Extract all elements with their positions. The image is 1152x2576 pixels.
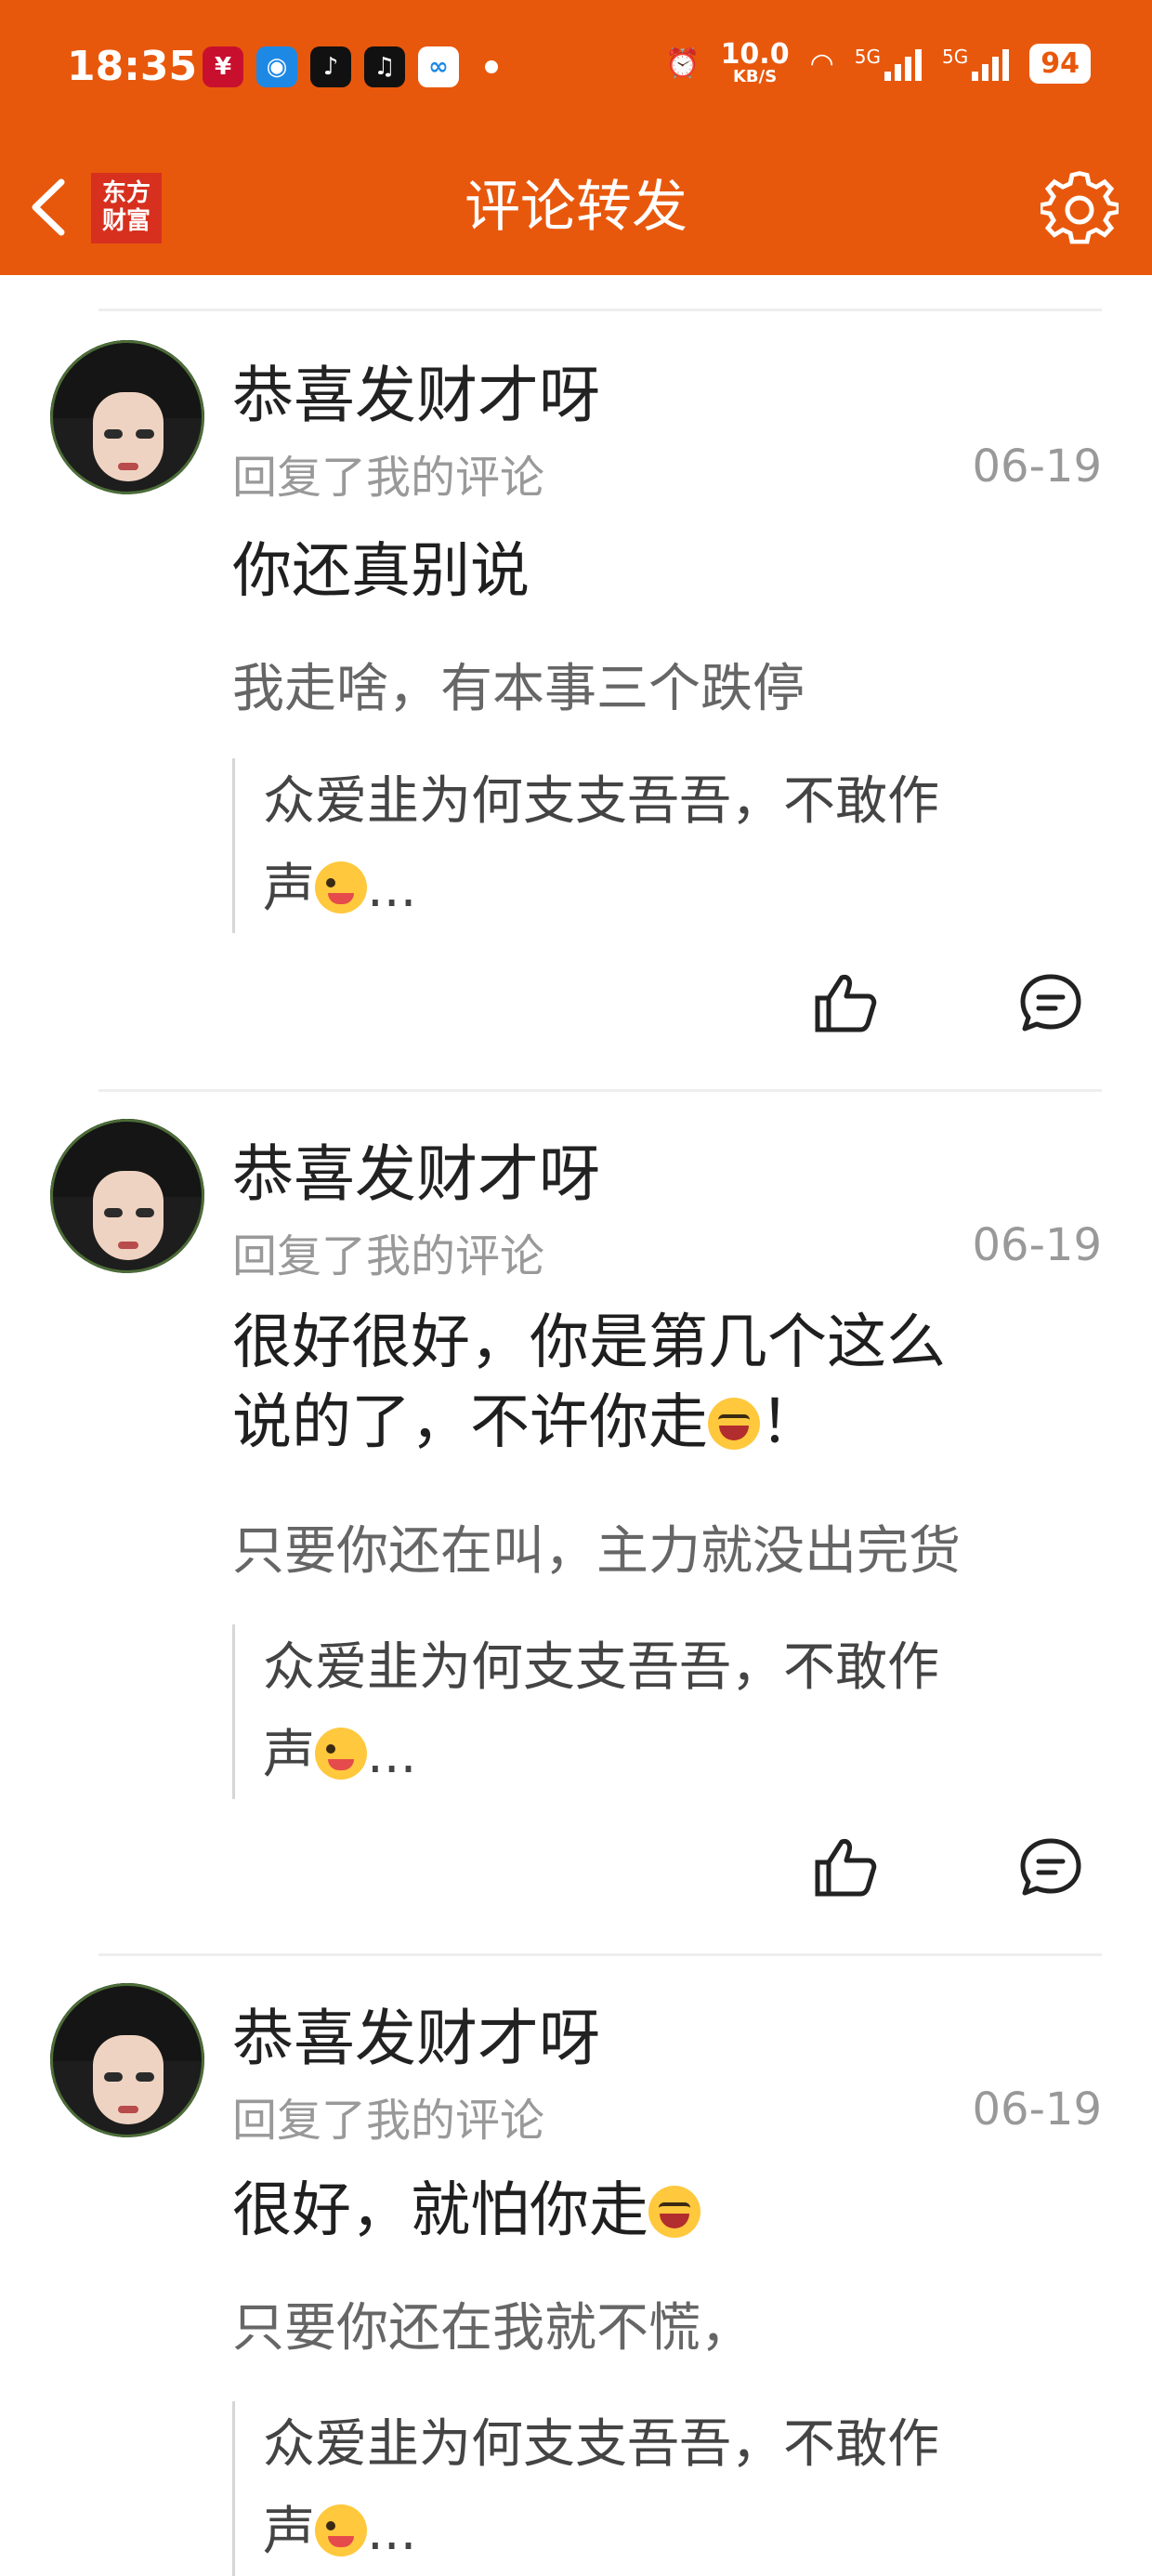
tiktok-lite-icon: ♪ bbox=[310, 46, 351, 87]
tiktok-icon: ♫ bbox=[364, 46, 405, 87]
status-time: 18:35 bbox=[67, 43, 198, 90]
laugh-emoji-icon bbox=[648, 2186, 700, 2238]
divider bbox=[98, 1089, 1102, 1092]
username[interactable]: 恭喜发财才呀 bbox=[232, 1124, 600, 1214]
subtitle: 回复了我的评论 bbox=[232, 1230, 545, 1282]
app-header: 东方 财富 评论转发 bbox=[0, 139, 1152, 275]
status-right: ⏰ 10.0 KB/S ◠ 5G 5G 94 bbox=[665, 41, 1091, 85]
avatar[interactable] bbox=[50, 340, 204, 494]
subtitle: 回复了我的评论 bbox=[232, 2095, 545, 2147]
network-speed: 10.0 KB/S bbox=[720, 38, 790, 86]
tongue-wink-emoji-icon bbox=[315, 861, 367, 913]
tongue-wink-emoji-icon bbox=[315, 1728, 367, 1780]
reply-text[interactable]: 你还真别说 bbox=[232, 532, 1096, 611]
battery-indicator: 94 bbox=[1029, 43, 1091, 84]
comment-icon[interactable] bbox=[1018, 972, 1083, 1033]
tongue-wink-emoji-icon bbox=[315, 2504, 367, 2556]
username[interactable]: 恭喜发财才呀 bbox=[232, 346, 600, 435]
signal-5g-icon-2: 5G bbox=[942, 46, 1010, 81]
bank-app-icon: ¥ bbox=[203, 46, 243, 87]
laugh-emoji-icon bbox=[708, 1398, 760, 1450]
reply-text[interactable]: 很好很好，你是第几个这么 说的了，不许你走！ bbox=[232, 1303, 1096, 1463]
reply-text[interactable]: 很好，就怕你走 bbox=[232, 2171, 1096, 2251]
notification-icons: ¥ ◉ ♪ ♫ ∞ bbox=[203, 46, 498, 87]
quoted-post[interactable]: 众爱韭为何支支吾吾，不敢作 声... bbox=[232, 758, 1099, 933]
more-notifications-dot bbox=[485, 60, 498, 73]
date: 06-19 bbox=[972, 1219, 1102, 1271]
page-title: 评论转发 bbox=[465, 175, 687, 240]
subtitle: 回复了我的评论 bbox=[232, 452, 545, 504]
quoted-post[interactable]: 众爱韭为何支支吾吾，不敢作 声... bbox=[232, 1624, 1099, 1799]
divider bbox=[98, 1953, 1102, 1956]
date: 06-19 bbox=[972, 440, 1102, 493]
username[interactable]: 恭喜发财才呀 bbox=[232, 1989, 600, 2078]
signal-5g-icon: 5G bbox=[855, 46, 923, 81]
like-icon[interactable] bbox=[812, 972, 877, 1033]
status-bar: 18:35 ¥ ◉ ♪ ♫ ∞ ⏰ 10.0 KB/S ◠ 5G 5G 94 bbox=[0, 0, 1152, 139]
original-comment[interactable]: 只要你还在我就不慌， bbox=[232, 2286, 1106, 2361]
avatar[interactable] bbox=[50, 1119, 204, 1273]
original-comment[interactable]: 只要你还在叫，主力就没出完货 bbox=[232, 1509, 1106, 1584]
quoted-post[interactable]: 众爱韭为何支支吾吾，不敢作 声... bbox=[232, 2401, 1099, 2576]
wifi-icon: ◠ bbox=[809, 46, 834, 80]
car-app-icon: ◉ bbox=[256, 46, 297, 87]
gear-icon[interactable] bbox=[1041, 171, 1119, 249]
original-comment[interactable]: 我走啥，有本事三个跌停 bbox=[232, 647, 1106, 722]
avatar[interactable] bbox=[50, 1983, 204, 2137]
cloud-app-icon: ∞ bbox=[418, 46, 459, 87]
date: 06-19 bbox=[972, 2083, 1102, 2136]
divider bbox=[98, 309, 1102, 311]
comment-icon[interactable] bbox=[1018, 1836, 1083, 1898]
alarm-icon: ⏰ bbox=[665, 46, 700, 80]
like-icon[interactable] bbox=[812, 1836, 877, 1898]
